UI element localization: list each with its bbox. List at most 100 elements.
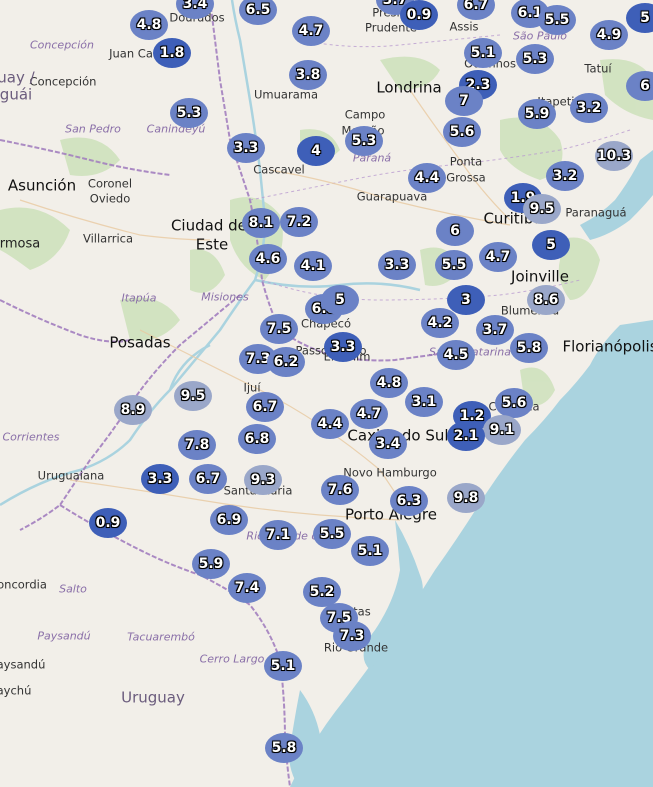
value-marker[interactable]: 4.8 — [370, 368, 408, 398]
value-marker[interactable]: 7.5 — [260, 314, 298, 344]
value-marker[interactable]: 4.7 — [292, 16, 330, 46]
value-marker[interactable]: 4.7 — [350, 399, 388, 429]
place-label: Juan Ca — [109, 46, 153, 61]
value-marker[interactable]: 3.2 — [570, 93, 608, 123]
value-marker[interactable]: 3.4 — [369, 429, 407, 459]
value-marker[interactable]: 3.3 — [378, 250, 416, 280]
place-label: Paysandú — [37, 629, 91, 643]
value-marker[interactable]: 4.8 — [130, 10, 168, 40]
place-label: aychú — [0, 683, 32, 698]
value-marker[interactable]: 4.9 — [590, 20, 628, 50]
place-label: Londrina — [376, 78, 442, 97]
value-marker[interactable]: 5.1 — [351, 536, 389, 566]
value-marker[interactable]: 9.8 — [447, 483, 485, 513]
value-marker[interactable]: 9.5 — [174, 381, 212, 411]
value-marker[interactable]: 0.9 — [400, 0, 438, 30]
place-label: Guarapuava — [356, 189, 428, 204]
place-label: Coronel — [87, 176, 133, 191]
value-marker[interactable]: 3.8 — [289, 60, 327, 90]
value-marker[interactable]: 9.5 — [523, 194, 561, 224]
value-marker[interactable]: 4.5 — [437, 340, 475, 370]
value-marker[interactable]: 8.6 — [527, 285, 565, 315]
place-label: Tatuí — [584, 61, 612, 76]
value-marker[interactable]: 5.5 — [313, 519, 351, 549]
place-label: Novo Hamburgo — [343, 465, 437, 480]
value-marker[interactable]: 4.6 — [249, 244, 287, 274]
value-marker[interactable]: 4.4 — [408, 163, 446, 193]
place-label: Florianópolis — [562, 337, 653, 356]
value-marker[interactable]: 5.3 — [170, 98, 208, 128]
place-label: Villarrica — [82, 231, 134, 246]
value-marker[interactable]: 2.1 — [447, 421, 485, 451]
value-marker[interactable]: 5 — [532, 230, 570, 260]
value-marker[interactable]: 9.3 — [244, 465, 282, 495]
value-marker[interactable]: 10.3 — [595, 141, 633, 171]
value-marker[interactable]: 7.8 — [178, 430, 216, 460]
value-marker[interactable]: 7.4 — [228, 573, 266, 603]
place-label: Posadas — [109, 333, 171, 352]
place-label: rmosa — [0, 236, 41, 252]
value-marker[interactable]: 8.9 — [114, 395, 152, 425]
value-marker[interactable]: 4.4 — [311, 409, 349, 439]
value-marker[interactable]: 3.3 — [141, 464, 179, 494]
value-marker[interactable]: 1.8 — [153, 38, 191, 68]
place-label: guái — [0, 85, 33, 104]
value-marker[interactable]: 3.3 — [324, 332, 362, 362]
value-marker[interactable]: 8.1 — [242, 208, 280, 238]
place-label: Campo — [344, 107, 386, 122]
value-marker[interactable]: 3.3 — [227, 133, 265, 163]
value-marker[interactable]: 6.8 — [238, 424, 276, 454]
value-marker[interactable]: 6.9 — [210, 505, 248, 535]
value-marker[interactable]: 3.1 — [405, 387, 443, 417]
place-label: San Pedro — [65, 122, 121, 136]
place-label: Este — [195, 235, 229, 254]
value-marker[interactable]: 5.8 — [510, 333, 548, 363]
place-label: Umuarama — [254, 87, 318, 102]
value-marker[interactable]: 5.5 — [538, 5, 576, 35]
value-marker[interactable]: 5.8 — [265, 733, 303, 763]
place-label: Ponta — [449, 154, 483, 169]
value-marker[interactable]: 5.5 — [435, 250, 473, 280]
value-marker[interactable]: 6.7 — [246, 392, 284, 422]
value-marker[interactable]: 4.2 — [421, 308, 459, 338]
value-marker[interactable]: 3 — [447, 285, 485, 315]
value-marker[interactable]: 7.3 — [333, 621, 371, 651]
value-marker[interactable]: 0.9 — [89, 508, 127, 538]
place-label: Concepción — [29, 74, 97, 89]
value-marker[interactable]: 5.9 — [518, 99, 556, 129]
value-marker[interactable]: 5 — [321, 285, 359, 315]
place-label: uay / — [0, 68, 35, 87]
value-marker[interactable]: 5.9 — [192, 549, 230, 579]
place-label: Salto — [59, 582, 87, 596]
value-marker[interactable]: 7.1 — [259, 520, 297, 550]
value-marker[interactable]: 5.3 — [516, 44, 554, 74]
value-marker[interactable]: 4 — [297, 136, 335, 166]
value-marker[interactable]: 7 — [445, 86, 483, 116]
value-marker[interactable]: 6.7 — [189, 464, 227, 494]
value-marker[interactable]: 7.6 — [321, 475, 359, 505]
place-label: Grossa — [446, 170, 486, 185]
value-marker[interactable]: 4.7 — [479, 242, 517, 272]
value-marker[interactable]: 6.3 — [390, 486, 428, 516]
value-marker[interactable]: 5.1 — [264, 651, 302, 681]
value-marker[interactable]: 4.1 — [294, 251, 332, 281]
value-marker[interactable]: 5.3 — [345, 126, 383, 156]
map-canvas[interactable]: DouradosJuan CaConcepciónConcepciónPresi… — [0, 0, 653, 787]
value-marker[interactable]: 3.7 — [476, 315, 514, 345]
place-label: Cerro Largo — [199, 652, 265, 666]
place-label: Paranaguá — [565, 205, 627, 220]
place-label: Assis — [449, 19, 479, 34]
value-marker[interactable]: 3.2 — [546, 161, 584, 191]
place-label: Cascavel — [253, 162, 305, 177]
value-marker[interactable]: 5.6 — [443, 117, 481, 147]
place-label: Joinville — [511, 267, 569, 286]
value-marker[interactable]: 5.1 — [464, 38, 502, 68]
place-label: Uruguaiana — [37, 468, 105, 483]
value-marker[interactable]: 5.6 — [495, 388, 533, 418]
value-marker[interactable]: 7.2 — [280, 207, 318, 237]
value-marker[interactable]: 6.2 — [267, 347, 305, 377]
place-label: oncordia — [0, 577, 47, 592]
value-marker[interactable]: 6 — [436, 216, 474, 246]
place-label: Concepción — [30, 38, 94, 52]
value-marker[interactable]: 9.1 — [483, 415, 521, 445]
